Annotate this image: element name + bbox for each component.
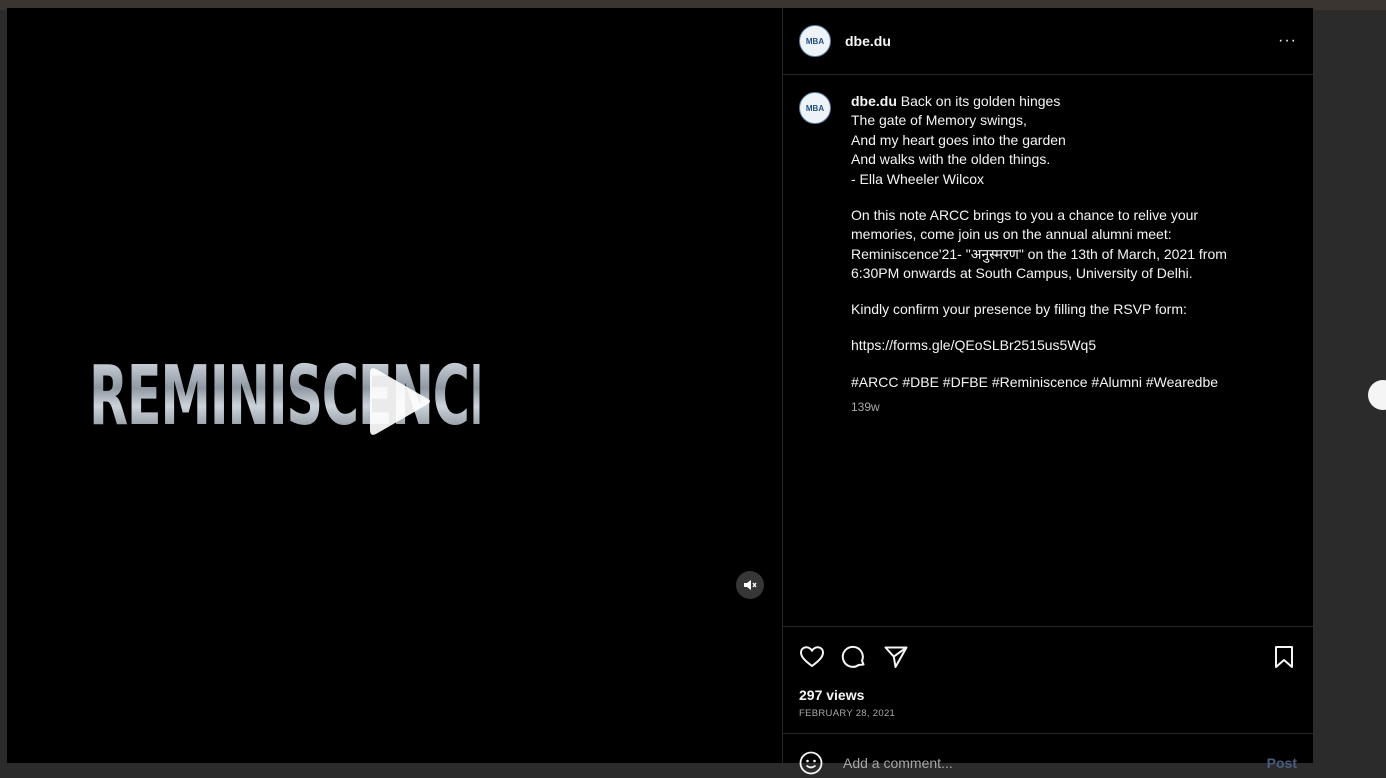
play-icon [370, 368, 430, 435]
caption-line: And my heart goes into the garden [851, 131, 1066, 148]
caption-line: And walks with the olden things. [851, 151, 1051, 168]
caption-line: - Ella Wheeler Wilcox [851, 170, 985, 187]
play-button[interactable] [362, 363, 438, 439]
comment-input[interactable] [841, 754, 1225, 772]
view-count[interactable]: 297 views [799, 687, 864, 703]
caption-username[interactable]: dbe.du [851, 93, 897, 109]
action-bar [799, 641, 1297, 673]
caption-area: MBA dbe.du Back on its golden hinges The… [783, 76, 1313, 626]
avatar-logo-text: MBA [805, 36, 825, 46]
muted-speaker-icon [744, 580, 757, 590]
bookmark-icon[interactable] [1271, 644, 1297, 670]
hashtags[interactable]: #ARCC #DBE #DFBE #Reminiscence #Alumni #… [851, 373, 1271, 392]
header-username[interactable]: dbe.du [845, 33, 891, 49]
post-header: MBA dbe.du ··· [783, 8, 1313, 75]
post-modal: REMINISCENCE'21 MBA dbe.du ··· MBA dbe.d… [7, 8, 1313, 775]
caption-avatar-logo-text: MBA [805, 103, 825, 113]
relative-timestamp[interactable]: 139w [851, 398, 1271, 417]
mute-button[interactable] [736, 571, 764, 599]
caption-line: The gate of Memory swings, [851, 112, 1027, 129]
rsvp-link[interactable]: https://forms.gle/QEoSLBr2515us5Wq5 [851, 336, 1271, 355]
emoji-icon[interactable] [799, 751, 823, 775]
caption-gap [851, 320, 1271, 337]
next-post-button[interactable] [1368, 380, 1386, 410]
post-details-panel: MBA dbe.du ··· MBA dbe.du Back on its go… [782, 8, 1313, 775]
caption-line-text: Back on its golden hinges [900, 93, 1061, 109]
more-options-button[interactable]: ··· [1278, 32, 1297, 50]
comment-bar: Post [799, 748, 1297, 778]
divider [783, 626, 1313, 627]
caption-line: On this note ARCC brings to you a chance… [851, 206, 1199, 223]
post-date: FEBRUARY 28, 2021 [799, 708, 896, 719]
avatar[interactable]: MBA [799, 25, 831, 57]
caption-line: Reminiscence'21- "अनुस्मरण" on the 13th … [851, 245, 1227, 262]
video-player[interactable]: REMINISCENCE'21 [7, 8, 782, 763]
caption-gap [851, 356, 1271, 373]
caption-text: dbe.du Back on its golden hinges The gat… [851, 92, 1271, 610]
caption-rsvp-line: Kindly confirm your presence by filling … [851, 301, 1187, 318]
caption-line: memories, come join us on the annual alu… [851, 226, 1172, 243]
comment-icon[interactable] [841, 644, 867, 670]
caption-gap [851, 283, 1271, 300]
caption-avatar[interactable]: MBA [799, 92, 831, 124]
caption-line: 6:30PM onwards at South Campus, Universi… [851, 265, 1193, 282]
heart-icon[interactable] [799, 644, 825, 670]
caption-gap [851, 189, 1271, 206]
caption-line: dbe.du Back on its golden hinges [851, 92, 1271, 111]
share-icon[interactable] [883, 644, 909, 670]
divider [783, 733, 1313, 734]
post-comment-button[interactable]: Post [1267, 755, 1297, 771]
